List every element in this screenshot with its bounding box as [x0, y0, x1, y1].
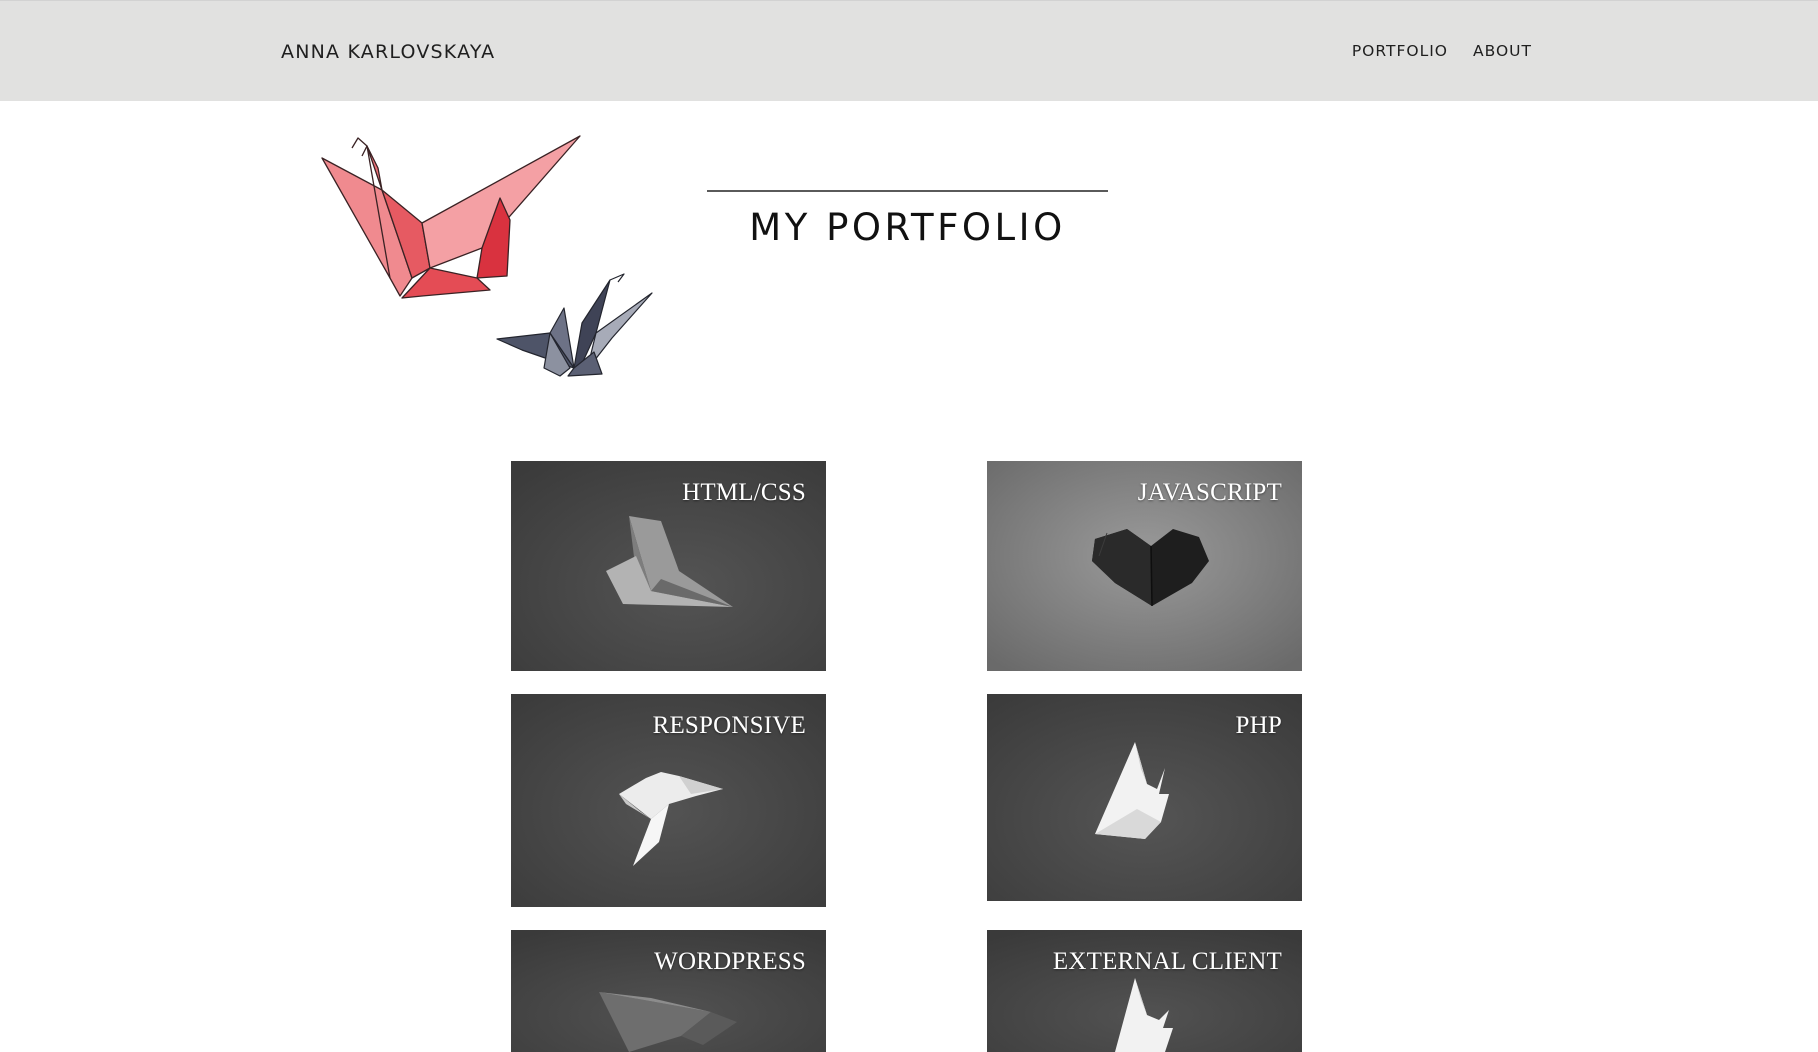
tile-responsive[interactable]: RESPONSIVE — [511, 694, 826, 907]
tile-php[interactable]: PHP — [987, 694, 1302, 901]
nav-link-about[interactable]: ABOUT — [1473, 42, 1532, 60]
title-divider — [707, 190, 1108, 192]
tile-caption-responsive: RESPONSIVE — [652, 712, 806, 739]
origami-cranes-illustration — [321, 135, 653, 377]
tile-html-css[interactable]: HTML/CSS — [511, 461, 826, 671]
tile-javascript[interactable]: JAVASCRIPT — [987, 461, 1302, 671]
page-title: MY PORTFOLIO — [749, 206, 1066, 249]
site-brand-link[interactable]: ANNA KARLOVSKAYA — [281, 41, 495, 63]
tile-caption-external-client: EXTERNAL CLIENT — [1052, 948, 1282, 975]
tile-external-client[interactable]: EXTERNAL CLIENT — [987, 930, 1302, 1052]
red-crane-icon — [321, 135, 581, 299]
nav-link-portfolio[interactable]: PORTFOLIO — [1352, 42, 1448, 60]
tile-caption-wordpress: WORDPRESS — [654, 948, 806, 975]
tile-caption-javascript: JAVASCRIPT — [1137, 479, 1282, 506]
tile-caption-php: PHP — [1235, 712, 1282, 739]
tile-wordpress[interactable]: WORDPRESS — [511, 930, 826, 1052]
dark-crane-icon — [496, 273, 653, 377]
tile-caption-html-css: HTML/CSS — [682, 479, 806, 506]
main-nav: PORTFOLIO ABOUT — [1352, 42, 1532, 60]
top-navigation-bar: ANNA KARLOVSKAYA PORTFOLIO ABOUT — [0, 0, 1818, 101]
